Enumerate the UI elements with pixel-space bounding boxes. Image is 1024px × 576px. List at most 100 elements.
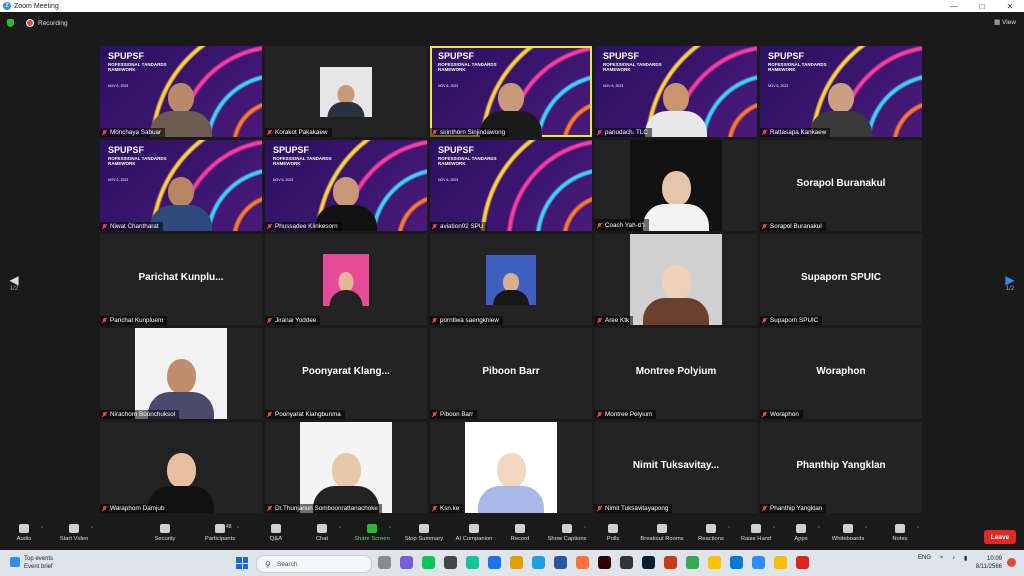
participant-tile[interactable]: Sorapol Buranakul Sorapol Buranakul — [760, 140, 922, 231]
polls-button[interactable]: Polls — [589, 524, 637, 542]
participant-tile[interactable]: Ksn.ke — [430, 422, 592, 513]
chat-button[interactable]: ⌃ Chat — [298, 524, 346, 542]
participant-tile[interactable]: Parichat Kunplu... Parichat Kunpluem — [100, 234, 262, 325]
mic-muted-icon — [432, 130, 437, 135]
chevron-up-icon[interactable]: ⌃ — [727, 526, 731, 532]
prev-page-control[interactable]: ◀ 1/2 — [6, 274, 22, 292]
participant-tile[interactable]: Supaporn SPUIC Supaporn SPUIC — [760, 234, 922, 325]
chevron-up-icon[interactable]: ⌃ — [772, 526, 776, 532]
participant-tile[interactable]: Nimit Tuksavitay... Nimit Tuksavitayapong — [595, 422, 757, 513]
chevron-up-icon[interactable]: ⌃ — [90, 526, 94, 532]
participant-tile[interactable]: SPUPSF ROFESSIONAL TANDARDS RAMEWORK NOV 6… — [430, 46, 592, 137]
firefox-icon[interactable] — [576, 556, 589, 569]
whiteboards-button[interactable]: ⌃ Whiteboards — [824, 524, 872, 542]
captions-button[interactable]: ⌃ Show Captions — [543, 524, 591, 542]
taskbar-search[interactable]: ⚲ Search — [256, 555, 372, 573]
participant-name-label: Coach Yah-ยา — [595, 219, 649, 231]
zoom-icon[interactable] — [752, 556, 765, 569]
volume-icon[interactable]: ♪ — [952, 555, 955, 561]
photoshop-icon[interactable] — [642, 556, 655, 569]
chrome2-icon[interactable] — [686, 556, 699, 569]
summary-button[interactable]: Stop Summary — [400, 524, 448, 542]
unity-icon[interactable] — [620, 556, 633, 569]
participants-button[interactable]: 48 ⌃ Participants — [196, 524, 244, 542]
participant-name-label: Monchaya Sabuar — [100, 128, 166, 137]
participant-tile[interactable]: Poonyarat Klang... Poonyarat Klangbunma — [265, 328, 427, 419]
participant-tile[interactable]: Aree Ktk — [595, 234, 757, 325]
breakout-label: Breakout Rooms — [640, 536, 684, 542]
reactions-button[interactable]: ⌃ Reactions — [687, 524, 735, 542]
meet-icon[interactable] — [400, 556, 413, 569]
powerpoint-icon[interactable] — [664, 556, 677, 569]
participant-tile[interactable]: SPUPSF ROFESSIONAL TANDARDS RAMEWORK NOV 6… — [100, 46, 262, 137]
chevron-up-icon[interactable]: ⌃ — [583, 526, 587, 532]
participant-tile[interactable]: SPUPSF ROFESSIONAL TANDARDS RAMEWORK NOV 6… — [595, 46, 757, 137]
language-indicator[interactable]: ENG — [918, 555, 931, 561]
breakout-button[interactable]: Breakout Rooms — [638, 524, 686, 542]
chevron-up-icon[interactable]: ⌃ — [864, 526, 868, 532]
word-icon[interactable] — [554, 556, 567, 569]
recording-label[interactable]: Recording — [38, 20, 68, 27]
participant-tile[interactable]: Jiranai Yoddee — [265, 234, 427, 325]
illustrator-icon[interactable] — [598, 556, 611, 569]
chevron-up-icon[interactable]: ⌃ — [338, 526, 342, 532]
audio-button[interactable]: ⌃ Audio — [0, 524, 48, 542]
share-button[interactable]: ⌃ Share Screen — [348, 524, 396, 542]
battery-icon[interactable]: ▮ — [964, 555, 967, 562]
participant-tile[interactable]: Coach Yah-ยา — [595, 140, 757, 231]
security-button[interactable]: Security — [141, 524, 189, 542]
participant-tile[interactable]: Phanthip Yangklan Phanthip Yangklan — [760, 422, 922, 513]
event-subtitle: Event brief — [24, 564, 53, 570]
chevron-left-icon[interactable]: ◀ — [6, 274, 22, 286]
line-icon[interactable] — [422, 556, 435, 569]
taskbar-clock[interactable]: 10:09 8/11/2566 — [976, 555, 1002, 571]
participant-name: Rattasapa Kankaew — [770, 129, 827, 136]
widgets-event[interactable]: Top events Event brief — [10, 555, 53, 571]
ai-button[interactable]: AI Companion — [450, 524, 498, 542]
video-button[interactable]: ⌃ Start Video — [50, 524, 98, 542]
participant-tile[interactable]: Dr.Thunjanun Somboonrattanachoke — [265, 422, 427, 513]
security-shield-icon[interactable] — [7, 19, 14, 27]
leave-button[interactable]: Leave — [984, 530, 1016, 544]
maximize-button[interactable]: □ — [968, 2, 996, 11]
apps-button[interactable]: ⌃ Apps — [777, 524, 825, 542]
participant-tile[interactable]: Woraphon Woraphon — [760, 328, 922, 419]
chrome3-icon[interactable] — [774, 556, 787, 569]
notes-button[interactable]: ⌃ Notes — [876, 524, 924, 542]
participant-tile[interactable]: Montree Polyium Montree Polyium — [595, 328, 757, 419]
chevron-up-icon[interactable]: ⌃ — [40, 526, 44, 532]
raise-button[interactable]: ⌃ Raise Hand — [732, 524, 780, 542]
maps-icon[interactable] — [488, 556, 501, 569]
chevron-up-icon[interactable]: ⌃ — [817, 526, 821, 532]
wifi-icon[interactable]: ≈ — [940, 555, 943, 561]
participant-tile[interactable]: Nirachorn Boonchuksol — [100, 328, 262, 419]
chevron-right-icon[interactable]: ▶ — [1002, 274, 1018, 286]
mail-icon[interactable] — [730, 556, 743, 569]
minimize-button[interactable]: — — [940, 2, 968, 11]
next-page-control[interactable]: ▶ 1/2 — [1002, 274, 1018, 292]
start-button[interactable] — [236, 557, 248, 569]
chevron-up-icon[interactable]: ⌃ — [916, 526, 920, 532]
chevron-up-icon[interactable]: ⌃ — [236, 526, 240, 532]
participant-tile[interactable]: porntiwa saengkhiew — [430, 234, 592, 325]
file-explorer-icon[interactable] — [378, 556, 391, 569]
record-button[interactable]: Record — [496, 524, 544, 542]
files-icon[interactable] — [444, 556, 457, 569]
participant-tile[interactable]: Korakot Pakakaew — [265, 46, 427, 137]
chevron-up-icon[interactable]: ⌃ — [388, 526, 392, 532]
participant-tile[interactable]: SPUPSF ROFESSIONAL TANDARDS RAMEWORK NOV 6… — [760, 46, 922, 137]
close-button[interactable]: ✕ — [996, 2, 1024, 11]
participant-tile[interactable]: SPUPSF ROFESSIONAL TANDARDS RAMEWORK NOV 6… — [430, 140, 592, 231]
participant-tile[interactable]: Waraphorn Damjub — [100, 422, 262, 513]
grammarly-icon[interactable] — [466, 556, 479, 569]
notification-icon[interactable] — [1007, 558, 1016, 567]
participant-tile[interactable]: SPUPSF ROFESSIONAL TANDARDS RAMEWORK NOV 6… — [265, 140, 427, 231]
acrobat-icon[interactable] — [796, 556, 809, 569]
folder-icon[interactable] — [708, 556, 721, 569]
participant-tile[interactable]: SPUPSF ROFESSIONAL TANDARDS RAMEWORK NOV 6… — [100, 140, 262, 231]
qa-button[interactable]: Q&A — [252, 524, 300, 542]
edge-icon[interactable] — [532, 556, 545, 569]
view-button[interactable]: ▦ View — [994, 18, 1016, 26]
chrome-icon[interactable] — [510, 556, 523, 569]
participant-tile[interactable]: Piboon Barr Piboon Barr — [430, 328, 592, 419]
